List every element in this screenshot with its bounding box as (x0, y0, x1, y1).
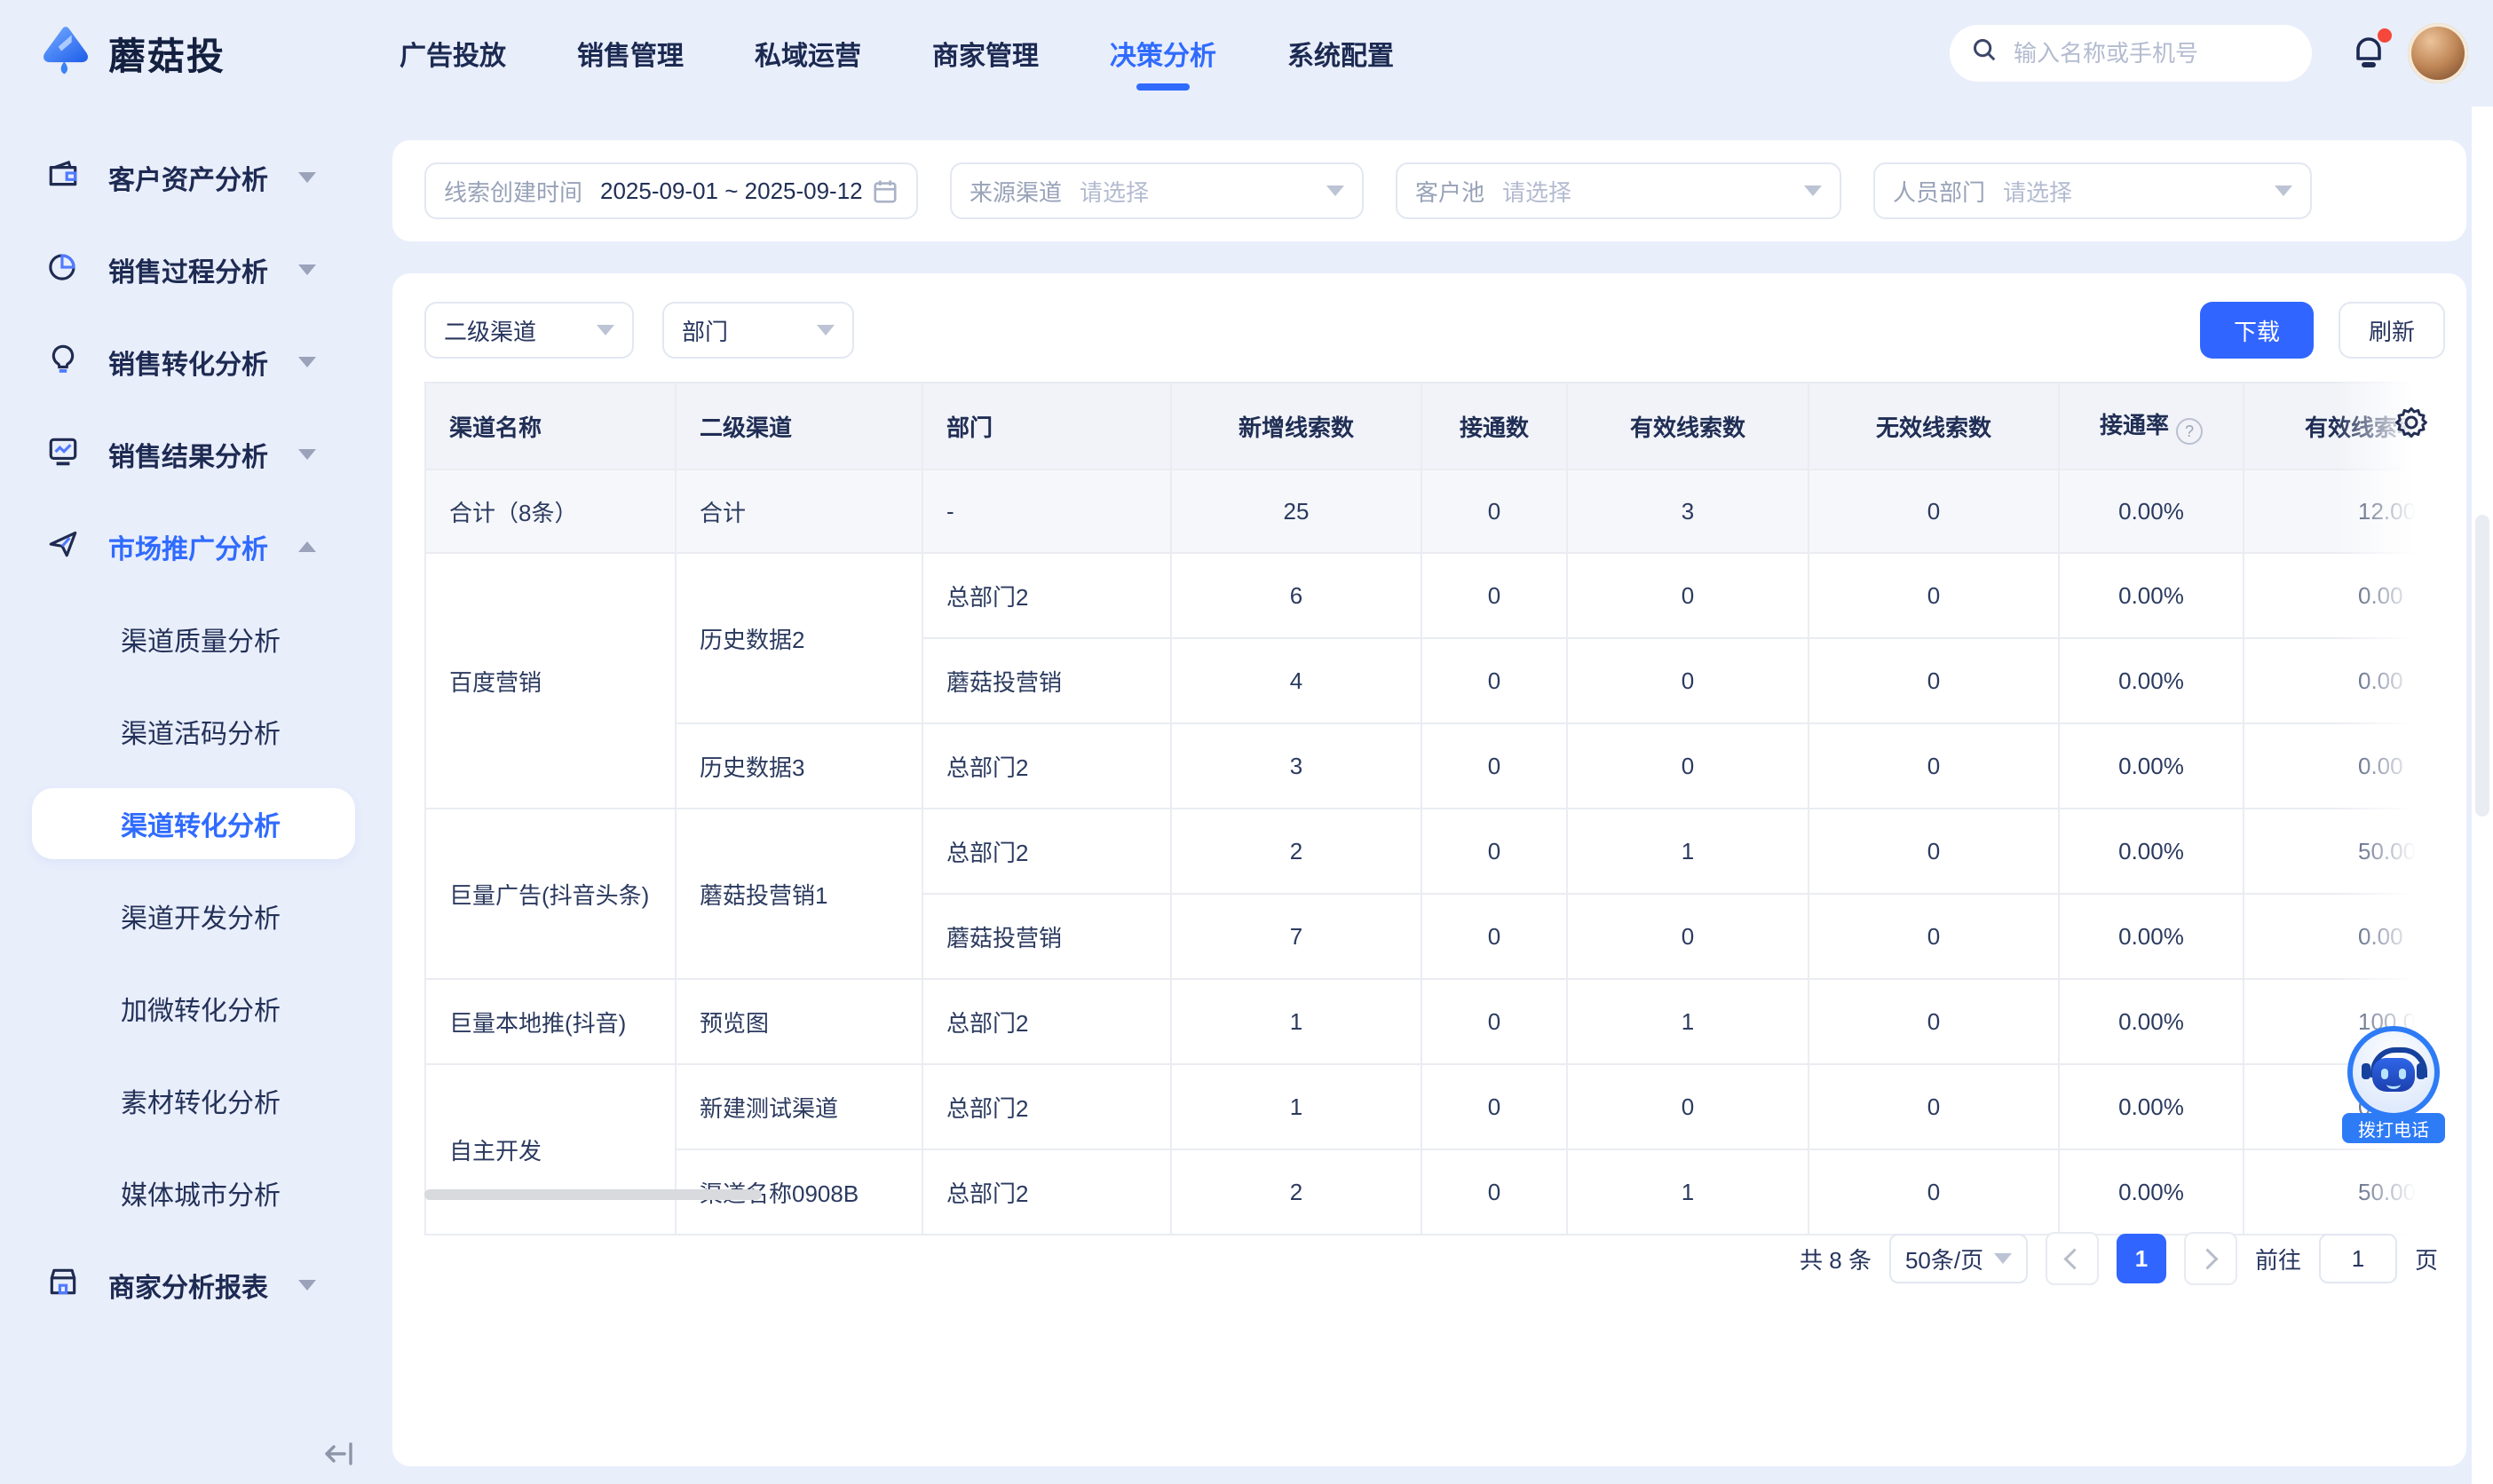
chevron-right-icon (2197, 1248, 2219, 1269)
logo-text: 蘑菇投 (108, 27, 226, 81)
sidebar-sub-material-conversion[interactable]: 素材转化分析 (0, 1054, 387, 1147)
page-size-select[interactable]: 50条/页 (1889, 1234, 2028, 1283)
logo[interactable]: 蘑菇投 (39, 23, 226, 83)
date-range-picker[interactable]: 线索创建时间 2025-09-01 ~ 2025-09-12 (424, 162, 918, 219)
chevron-down-icon (597, 325, 614, 335)
wallet-icon (46, 157, 80, 198)
chevron-left-icon (2064, 1248, 2085, 1269)
page-scrollbar-thumb[interactable] (2475, 515, 2489, 817)
sidebar-sub-channel-quality[interactable]: 渠道质量分析 (0, 593, 387, 685)
nav-sales-management[interactable]: 销售管理 (574, 0, 687, 108)
nav-decision-analysis[interactable]: 决策分析 (1106, 0, 1220, 108)
chevron-down-icon (1994, 1253, 2012, 1264)
source-channel-select[interactable]: 来源渠道 请选择 (950, 162, 1364, 219)
page-scrollbar-track[interactable] (2472, 107, 2493, 1484)
sidebar-sub-channel-conversion[interactable]: 渠道转化分析 (32, 788, 355, 859)
sidebar-sub-wechat-conversion[interactable]: 加微转化分析 (0, 962, 387, 1054)
sidebar-sub-channel-livecode[interactable]: 渠道活码分析 (0, 685, 387, 778)
table-row-total: 合计（8条） 合计 - 25 0 3 0 0.00% 12.00 (425, 470, 2438, 553)
user-avatar[interactable] (2408, 23, 2468, 83)
sidebar-item-merchant-reports[interactable]: 商家分析报表 (0, 1239, 387, 1331)
col-connect-rate: 接通率? (2059, 383, 2244, 470)
shop-icon (46, 1265, 80, 1306)
goto-unit: 页 (2415, 1243, 2438, 1275)
chevron-down-icon (298, 172, 316, 183)
chevron-down-icon (1804, 186, 1822, 196)
col-valid-leads: 有效线索数 (1567, 383, 1808, 470)
nav-system-config[interactable]: 系统配置 (1284, 0, 1397, 108)
sidebar-sub-channel-development[interactable]: 渠道开发分析 (0, 870, 387, 962)
horizontal-scrollbar-thumb[interactable] (424, 1189, 762, 1200)
monitor-icon (46, 434, 80, 475)
col-connected: 接通数 (1421, 383, 1567, 470)
col-invalid-leads: 无效线索数 (1808, 383, 2059, 470)
sidebar-item-sales-conversion[interactable]: 销售转化分析 (0, 316, 387, 408)
chevron-up-icon (298, 541, 316, 552)
table-row: 百度营销 历史数据2 总部门2 6 0 0 0 0.00% 0.00 (425, 553, 2438, 638)
chevron-down-icon (298, 449, 316, 460)
sidebar-item-customer-assets[interactable]: 客户资产分析 (0, 131, 387, 224)
pagination: 共 8 条 50条/页 1 前往 页 (1800, 1232, 2438, 1285)
download-button[interactable]: 下载 (2200, 302, 2314, 359)
global-search[interactable] (1950, 25, 2312, 82)
table-header-row: 渠道名称 二级渠道 部门 新增线索数 接通数 有效线索数 无效线索数 接通率? … (425, 383, 2438, 470)
sidebar-item-sales-process[interactable]: 销售过程分析 (0, 224, 387, 316)
customer-pool-select[interactable]: 客户池 请选择 (1396, 162, 1841, 219)
total-count: 共 8 条 (1800, 1243, 1872, 1275)
chevron-down-icon (298, 264, 316, 275)
table-row: 自主开发 新建测试渠道 总部门2 1 0 0 0 0.00% 0.00 (425, 1064, 2438, 1149)
pie-icon (46, 249, 80, 290)
search-input[interactable] (2010, 38, 2291, 69)
secondary-channel-select[interactable]: 二级渠道 (424, 302, 634, 359)
column-settings-gear-icon[interactable] (2394, 405, 2429, 440)
filter-bar: 线索创建时间 2025-09-01 ~ 2025-09-12 来源渠道 请选择 … (392, 140, 2466, 241)
refresh-button[interactable]: 刷新 (2339, 302, 2445, 359)
chevron-down-icon (2275, 186, 2292, 196)
bulb-icon (46, 342, 80, 383)
plane-icon (46, 526, 80, 567)
data-table: 渠道名称 二级渠道 部门 新增线索数 接通数 有效线索数 无效线索数 接通率? … (424, 382, 2438, 1235)
call-assistant-label: 拨打电话 (2342, 1113, 2445, 1143)
col-secondary-channel: 二级渠道 (676, 383, 922, 470)
chevron-down-icon (298, 357, 316, 367)
app-root: 蘑菇投 广告投放 销售管理 私域运营 商家管理 决策分析 系统配置 (0, 0, 2493, 1484)
notification-bell-icon[interactable] (2347, 32, 2390, 75)
calendar-icon (872, 178, 898, 204)
sidebar-sub-media-city[interactable]: 媒体城市分析 (0, 1147, 387, 1239)
sidebar: 客户资产分析 销售过程分析 (0, 107, 387, 1484)
goto-label: 前往 (2255, 1243, 2301, 1275)
chevron-down-icon (298, 1280, 316, 1291)
search-icon (1971, 36, 1998, 70)
prev-page-button[interactable] (2046, 1232, 2099, 1285)
call-assistant-button[interactable]: 拨打电话 (2347, 1026, 2440, 1147)
sidebar-item-sales-results[interactable]: 销售结果分析 (0, 408, 387, 501)
col-department: 部门 (922, 383, 1171, 470)
sidebar-collapse-icon[interactable] (320, 1434, 359, 1473)
nav-merchant-management[interactable]: 商家管理 (929, 0, 1042, 108)
table-row: 巨量广告(抖音头条) 蘑菇投营销1 总部门2 2 0 1 0 0.00% 50.… (425, 809, 2438, 894)
robot-icon (2347, 1026, 2440, 1118)
table-row: 巨量本地推(抖音) 预览图 总部门2 1 0 1 0 0.00% 100.0 (425, 979, 2438, 1064)
table-row: 历史数据3 总部门2 3 0 0 0 0.00% 0.00 (425, 723, 2438, 809)
goto-page-input[interactable] (2319, 1234, 2397, 1283)
notification-dot (2378, 28, 2392, 43)
nav-ad-delivery[interactable]: 广告投放 (396, 0, 510, 108)
staff-dept-select[interactable]: 人员部门 请选择 (1873, 162, 2312, 219)
col-new-leads: 新增线索数 (1171, 383, 1421, 470)
current-page[interactable]: 1 (2117, 1234, 2166, 1283)
next-page-button[interactable] (2184, 1232, 2237, 1285)
col-channel-name: 渠道名称 (425, 383, 676, 470)
main-panel: 二级渠道 部门 下载 刷新 渠道名称 二级渠道 部门 (392, 273, 2466, 1466)
chevron-down-icon (817, 325, 835, 335)
sidebar-item-marketing-promotion[interactable]: 市场推广分析 (0, 501, 387, 593)
topbar: 蘑菇投 广告投放 销售管理 私域运营 商家管理 决策分析 系统配置 (0, 0, 2493, 107)
department-select[interactable]: 部门 (662, 302, 854, 359)
mushroom-logo-icon (39, 23, 92, 83)
nav-private-domain[interactable]: 私域运营 (751, 0, 865, 108)
help-icon[interactable]: ? (2176, 418, 2203, 445)
chevron-down-icon (1326, 186, 1344, 196)
main-nav: 广告投放 销售管理 私域运营 商家管理 决策分析 系统配置 (396, 0, 1397, 108)
